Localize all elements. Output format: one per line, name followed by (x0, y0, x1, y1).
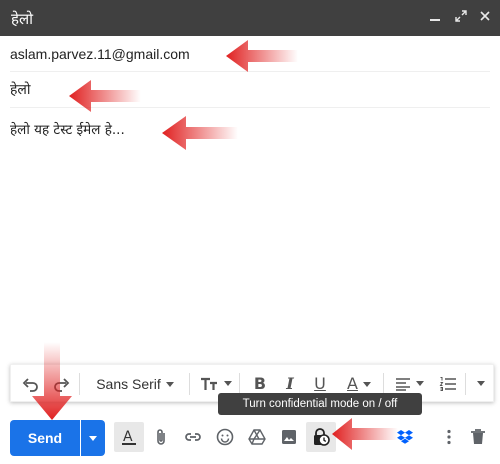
toolbar-divider (465, 373, 466, 395)
toolbar-divider (79, 373, 80, 395)
numbered-list-icon[interactable] (435, 365, 461, 403)
compose-title-bar: हेलो (0, 0, 500, 36)
chevron-down-icon (415, 381, 424, 387)
chevron-down-icon (223, 381, 232, 387)
formatting-options-icon[interactable]: A (114, 422, 144, 452)
send-options-button[interactable] (81, 420, 105, 456)
undo-icon[interactable] (17, 365, 45, 403)
emoji-icon[interactable] (210, 422, 240, 452)
insert-photo-icon[interactable] (274, 422, 304, 452)
discard-draft-icon[interactable] (463, 422, 493, 452)
close-icon[interactable] (474, 6, 496, 28)
font-family-label: Sans Serif (96, 376, 161, 392)
confidential-mode-tooltip: Turn confidential mode on / off (218, 393, 422, 415)
confidential-mode-icon[interactable] (306, 422, 336, 452)
more-options-icon[interactable] (434, 422, 464, 452)
subject-field[interactable]: हेलो (10, 72, 490, 108)
redo-icon[interactable] (47, 365, 75, 403)
toolbar-divider (239, 373, 240, 395)
toolbar-divider (189, 373, 190, 395)
chevron-down-icon (477, 381, 485, 387)
toolbar-divider (383, 373, 384, 395)
message-body[interactable]: हेलो यह टेस्ट ईमेल हे... (10, 112, 490, 362)
attach-file-icon[interactable] (146, 422, 176, 452)
google-drive-icon[interactable] (242, 422, 272, 452)
font-family-select[interactable]: Sans Serif (85, 365, 185, 403)
chevron-down-icon (165, 382, 174, 388)
minimize-icon[interactable] (424, 6, 446, 28)
chevron-down-icon (89, 436, 97, 441)
to-field[interactable]: aslam.parvez.11@gmail.com (10, 36, 490, 72)
insert-link-icon[interactable] (178, 422, 208, 452)
svg-text:A: A (123, 429, 133, 445)
chevron-down-icon (362, 382, 371, 387)
expand-icon[interactable] (450, 6, 472, 28)
window-title: हेलो (11, 10, 34, 28)
more-formatting-icon[interactable] (471, 365, 491, 403)
dropbox-icon[interactable] (390, 422, 420, 452)
send-button[interactable]: Send (10, 420, 80, 456)
